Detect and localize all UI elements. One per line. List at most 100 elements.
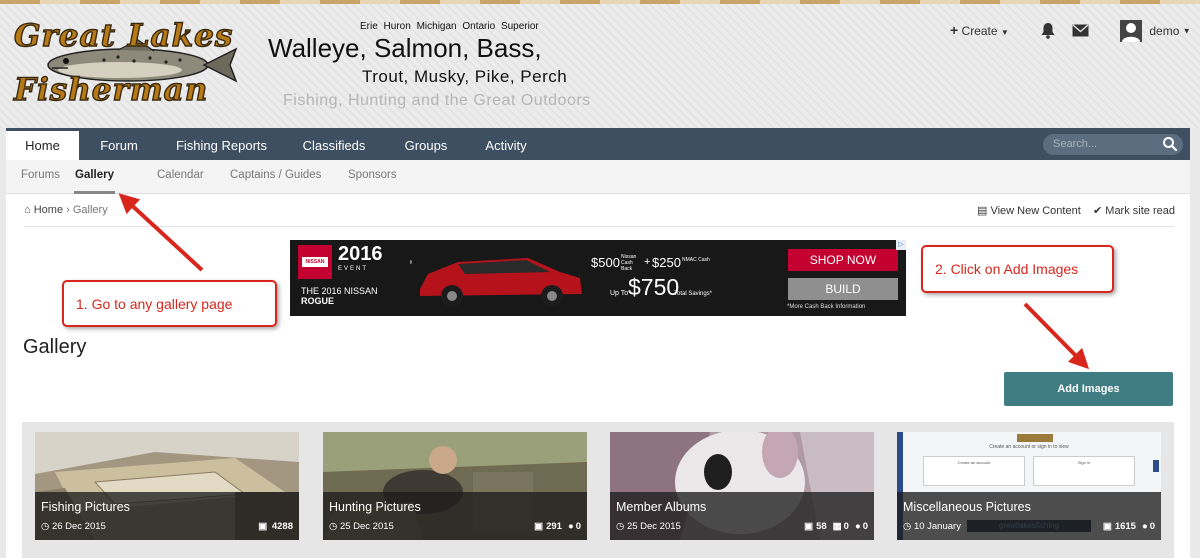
card-stats: ▣ 58 ▦ 0 ● 0 [798,521,868,532]
user-silhouette-icon [1122,23,1140,42]
checkmark-icon: ✔ [1093,205,1103,217]
thumb-register-label: Create an account [957,460,991,465]
category-card-miscellaneous-pictures[interactable]: Create an account or sign in to view Cre… [897,432,1161,540]
card-info-bar: Fishing Pictures ◷ 26 Dec 2015 ▣ 4288 [35,492,299,540]
card-stats: ▣ 1615 ● 0 [1097,521,1155,532]
subnav-gallery[interactable]: Gallery [74,160,115,194]
category-card-member-albums[interactable]: Member Albums ◷ 25 Dec 2015 ▣ 58 ▦ 0 ● 0 [610,432,874,540]
secondary-navigation: Forums Gallery Calendar Captains / Guide… [6,160,1190,194]
headline-primary: Walleye, Salmon, Bass, [268,33,542,63]
mark-site-read-label: Mark site read [1105,205,1175,217]
chevron-right-icon: › [66,204,70,216]
category-card-fishing-pictures[interactable]: Fishing Pictures ◷ 26 Dec 2015 ▣ 4288 [35,432,299,540]
nav-fishing-reports[interactable]: Fishing Reports [159,128,284,160]
thumb-logo [1017,434,1053,442]
avatar [1120,20,1142,42]
callout-step-1: 1. Go to any gallery page [62,280,277,327]
header-stripe [0,0,1200,4]
comment-count: 0 [575,521,581,532]
build-button[interactable]: BUILD [788,278,898,300]
card-date-value: 25 Dec 2015 [626,521,681,532]
category-card-hunting-pictures[interactable]: Hunting Pictures ◷ 25 Dec 2015 ▣ 291 ● 0 [323,432,587,540]
subnav-forums[interactable]: Forums [21,160,60,191]
clock-icon: ◷ [903,521,912,532]
view-new-content-label: View New Content [990,205,1081,217]
card-info-bar: Member Albums ◷ 25 Dec 2015 ▣ 58 ▦ 0 ● 0 [610,492,874,540]
search-placeholder: Search... [1053,138,1098,150]
nissan-logo-icon: NISSAN [298,245,332,279]
thumb-signin-label: Sign in [1077,460,1091,465]
divider [24,226,1174,227]
comment-count: 0 [1149,521,1155,532]
image-count: 1615 [1114,521,1136,532]
adchoices-icon[interactable]: ▷ [896,240,906,250]
breadcrumb-current[interactable]: Gallery [73,204,108,216]
headline-secondary: Trout, Musky, Pike, Perch [362,67,568,86]
ad-brand: NISSAN [302,257,328,267]
plus-icon: + [950,22,959,38]
ad-offer-500: $500 [591,255,620,270]
comment-count: 0 [862,521,868,532]
page-title: Gallery [23,336,87,358]
subnav-captains-guides[interactable]: Captains / Guides [230,160,321,191]
view-new-content-link[interactable]: ▤ View New Content [977,204,1081,217]
card-date: ◷ 10 January [903,521,961,532]
card-date: ◷ 26 Dec 2015 [41,521,106,532]
home-icon: ⌂ [24,204,31,216]
card-info-bar: Hunting Pictures ◷ 25 Dec 2015 ▣ 291 ● 0 [323,492,587,540]
clock-icon: ◷ [41,521,50,532]
thumb-heading: Create an account or sign in to view [989,444,1069,450]
thumb-register-box: Create an account [923,456,1025,486]
ad-offer-250: $250 [652,255,681,270]
card-title: Miscellaneous Pictures [903,500,1031,514]
subnav-sponsors[interactable]: Sponsors [348,160,397,191]
nav-forum[interactable]: Forum [79,128,159,160]
ad-plus: + [644,256,651,268]
user-menu[interactable]: demo ▼ [1120,20,1191,42]
album-count: 0 [843,521,849,532]
create-label: Create [961,24,998,38]
messages-link[interactable] [1072,24,1089,37]
nav-classifieds[interactable]: Classifieds [284,128,384,160]
add-images-button[interactable]: Add Images [1004,372,1173,406]
card-title: Fishing Pictures [41,500,130,514]
ad-fine-print: *More Cash Back Information [787,304,866,310]
card-title: Member Albums [616,500,707,514]
camera-icon: ▣ [534,521,544,532]
ad-line2: ROGUE [301,296,335,306]
create-menu[interactable]: + Create ▼ [950,22,1009,38]
lakes-list: Erie Huron Michigan Ontario Superior [360,21,539,32]
site-logo[interactable]: Great Lakes Fisherman [8,16,253,112]
nissan-ad-banner[interactable]: NISSAN 2016 EVENT THE 2016 NISSAN ROGUE … [290,240,906,316]
ad-year: 2016 [338,243,383,265]
image-count: 4288 [271,521,293,532]
nav-groups[interactable]: Groups [384,128,468,160]
card-stats: ▣ 4288 [252,521,293,532]
thumb-scroll [1153,460,1159,472]
newspaper-icon: ▤ [977,205,988,217]
nav-activity[interactable]: Activity [468,128,544,160]
bell-icon [1041,23,1055,39]
site-tagline: Fishing, Hunting and the Great Outdoors [283,92,591,109]
caret-down-icon: ▼ [1000,28,1009,37]
card-date-value: 10 January [913,521,961,532]
search-icon[interactable] [1162,136,1178,152]
comment-icon: ● [854,521,861,532]
logo-text-fisherman: Fisherman [13,71,209,108]
comment-icon: ● [1141,521,1148,532]
clock-icon: ◷ [329,521,338,532]
card-info-bar: Miscellaneous Pictures ◷ 10 January ▣ 161… [897,492,1161,540]
mark-site-read-link[interactable]: ✔ Mark site read [1093,204,1175,217]
ad-offer-750-note: Total Savings* [674,291,713,297]
breadcrumb-home[interactable]: Home [34,204,63,216]
search-input[interactable]: Search... [1043,134,1183,155]
nav-home[interactable]: Home [6,128,79,160]
caret-down-icon: ▼ [1182,26,1191,36]
main-navigation: Home Forum Fishing Reports Classifieds G… [6,128,1190,160]
subnav-calendar[interactable]: Calendar [157,160,204,191]
thumb-signin-box: Sign in [1033,456,1135,486]
ad-offer-250-note: NMAC Cash [682,257,710,263]
card-date: ◷ 25 Dec 2015 [616,521,681,532]
notifications-bell[interactable] [1040,22,1056,39]
shop-now-button[interactable]: SHOP NOW [788,249,898,271]
